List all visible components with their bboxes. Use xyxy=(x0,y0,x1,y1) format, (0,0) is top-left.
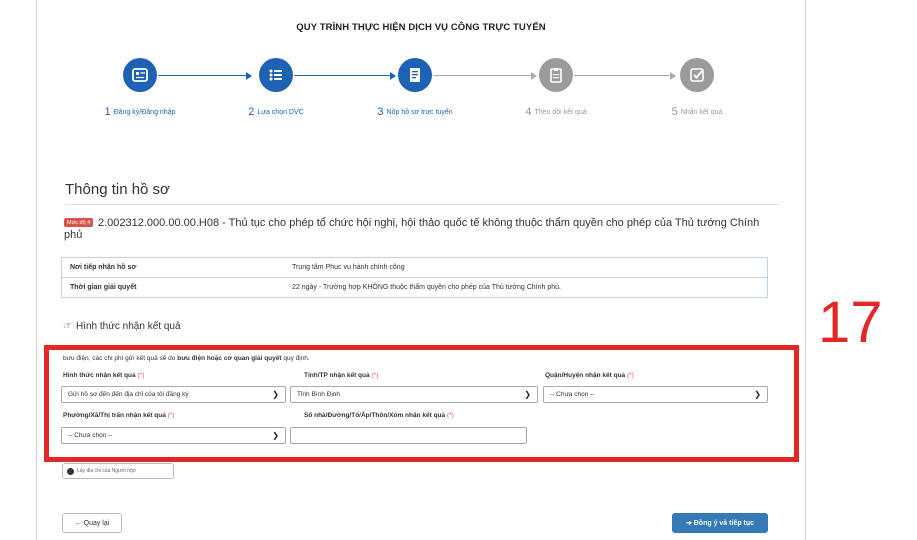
document-upload-icon xyxy=(398,58,432,92)
next-button[interactable]: ➔ Đồng ý và tiếp tục xyxy=(672,513,768,533)
step-3-label: 3 Nộp hồ sơ trực tuyến xyxy=(377,106,453,118)
back-button[interactable]: ← Quay lại xyxy=(62,513,122,533)
step-5[interactable]: 5 Nhận kết quả xyxy=(637,58,757,118)
info-key: Thời gian giải quyết xyxy=(70,284,137,291)
info-value: 22 ngày - Trường hợp KHÔNG thuộc thẩm qu… xyxy=(292,284,561,291)
id-card-icon xyxy=(123,58,157,92)
step-5-label: 5 Nhận kết quả xyxy=(671,106,723,118)
step-1[interactable]: 1 Đăng ký/Đăng nhập xyxy=(80,58,200,118)
hand-pointer-icon: ☞ xyxy=(63,321,72,332)
divider xyxy=(65,204,780,205)
highlight-box xyxy=(44,345,799,462)
level-badge: Mức độ 4 xyxy=(64,218,94,227)
result-section-title: ☞ Hình thức nhận kết quả xyxy=(63,321,181,332)
clipboard-icon xyxy=(539,58,573,92)
step-1-label: 1 Đăng ký/Đăng nhập xyxy=(104,106,176,118)
get-address-button[interactable]: Lấy địa chỉ của Người nộp xyxy=(62,463,174,479)
check-icon xyxy=(680,58,714,92)
step-2[interactable]: 2 Lựa chọn DVC xyxy=(216,58,336,118)
procedure-title: 2.002312.000.00.00.H08 - Thủ tục cho phé… xyxy=(64,217,760,241)
table-row: Thời gian giải quyết 22 ngày - Trường hợ… xyxy=(62,278,768,298)
step-2-label: 2 Lựa chọn DVC xyxy=(248,106,304,118)
table-row: Nơi tiếp nhận hồ sơ Trung tâm Phục vụ hà… xyxy=(61,257,768,278)
step-3[interactable]: 3 Nộp hồ sơ trực tuyến xyxy=(355,58,475,118)
step-4[interactable]: 4 Theo dõi kết quả xyxy=(496,58,616,118)
step-4-label: 4 Theo dõi kết quả xyxy=(525,106,587,118)
annotation-number: 17 xyxy=(818,290,883,355)
info-table: Nơi tiếp nhận hồ sơ Trung tâm Phục vụ hà… xyxy=(61,257,768,298)
page-title: QUY TRÌNH THỰC HIỆN DỊCH VỤ CÔNG TRỰC TU… xyxy=(296,22,546,33)
refresh-icon xyxy=(67,467,74,475)
info-value: Trung tâm Phục vụ hành chính công xyxy=(284,257,768,278)
list-icon xyxy=(259,58,293,92)
section-title: Thông tin hồ sơ xyxy=(65,181,170,198)
info-key: Nơi tiếp nhận hồ sơ xyxy=(61,257,284,278)
